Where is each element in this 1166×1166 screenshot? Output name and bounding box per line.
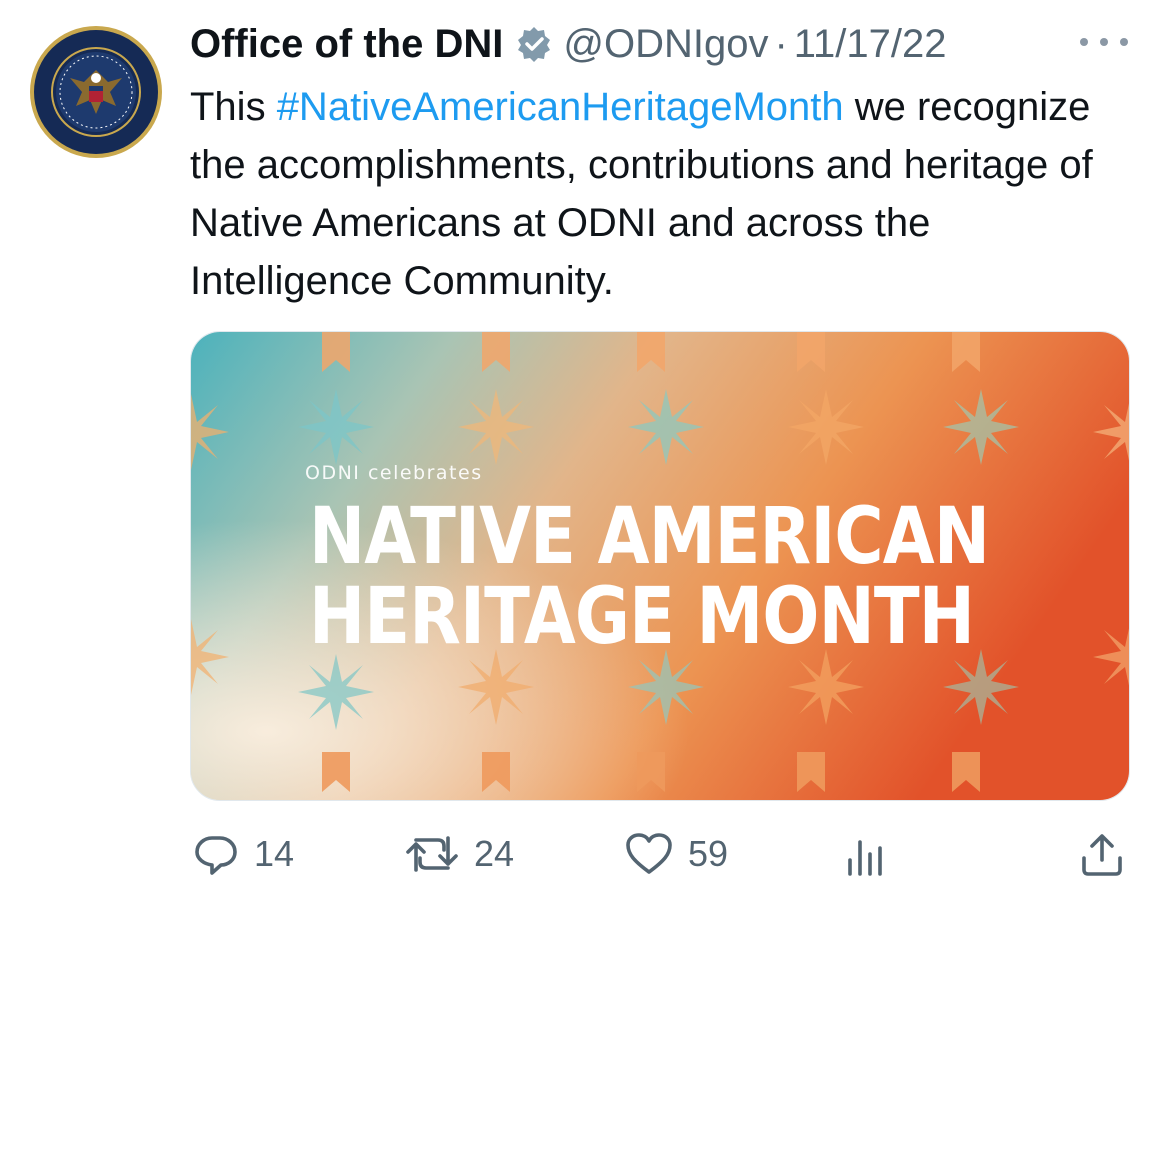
media-title: NATIVE AMERICAN HERITAGE MONTH [309,492,990,662]
tweet-text: This #NativeAmericanHeritageMonth we rec… [190,78,1140,310]
like-count: 59 [688,833,729,874]
like-icon [624,830,674,878]
tweet-actions: 14 24 59 [0,826,1166,882]
tweet-text-start: This [190,85,277,129]
media-title-line-1: NATIVE AMERICAN [309,492,990,582]
avatar[interactable] [26,22,166,162]
tweet-media-image[interactable]: ODNI celebrates NATIVE AMERICAN HERITAGE… [190,331,1130,801]
reply-count: 14 [254,833,295,874]
verified-badge-icon [515,25,553,63]
share-button[interactable] [1078,826,1126,882]
retweet-button[interactable]: 24 [404,826,514,882]
tweet-header: Office of the DNI @ODNIgov · 11/17/22 [190,16,947,72]
separator-dot: · [774,21,788,66]
reply-icon [192,830,240,878]
views-icon [842,830,890,878]
reply-button[interactable]: 14 [192,826,294,882]
like-button[interactable]: 59 [624,826,728,882]
media-title-line-2: HERITAGE MONTH [309,572,975,662]
hashtag-link[interactable]: #NativeAmericanHeritageMonth [277,85,844,129]
share-icon [1078,830,1126,878]
retweet-icon [404,830,460,878]
media-kicker: ODNI celebrates [305,462,483,484]
author-handle[interactable]: @ODNIgov [563,22,768,67]
author-name[interactable]: Office of the DNI [190,22,503,67]
retweet-count: 24 [474,833,515,874]
more-icon[interactable] [1080,34,1128,50]
tweet-date[interactable]: 11/17/22 [794,22,947,67]
views-button[interactable] [842,826,890,882]
